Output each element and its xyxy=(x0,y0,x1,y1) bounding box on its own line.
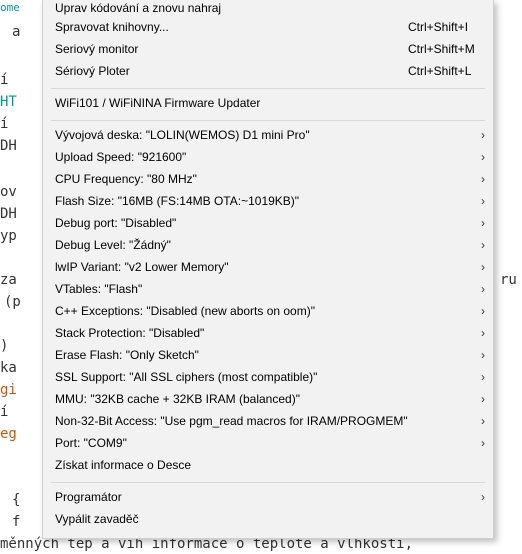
chevron-right-icon: › xyxy=(481,238,485,252)
editor-tab-fragment[interactable]: ome xyxy=(0,0,20,16)
menu-item-label: Uprav kódování a znovu nahraj xyxy=(55,1,222,15)
code-line: í xyxy=(0,72,9,88)
menu-item[interactable]: Spravovat knihovny... Ctrl+Shift+I xyxy=(43,16,493,38)
menu-item-label: Stack Protection: "Disabled" xyxy=(55,326,205,340)
code-line: a xyxy=(12,24,21,40)
code-line: í xyxy=(0,404,9,420)
chevron-right-icon: › xyxy=(481,128,485,142)
code-line: ru xyxy=(500,272,517,288)
tools-dropdown-menu: Uprav kódování a znovu nahraj Spravovat k… xyxy=(42,0,494,539)
chevron-right-icon: › xyxy=(481,216,485,230)
menu-separator xyxy=(51,120,485,121)
menu-item-label: Spravovat knihovny... xyxy=(55,20,169,34)
code-line: í xyxy=(0,116,9,132)
menu-item-shortcut: Ctrl+Shift+I xyxy=(408,20,469,34)
menu-item[interactable]: Získat informace o Desce xyxy=(43,454,493,476)
menu-item[interactable]: Programátor › xyxy=(43,486,493,508)
menu-item-label: MMU: "32KB cache + 32KB IRAM (balanced)" xyxy=(55,392,300,406)
menu-item[interactable]: lwIP Variant: "v2 Lower Memory" › xyxy=(43,256,493,278)
menu-item[interactable]: WiFi101 / WiFiNINA Firmware Updater xyxy=(43,92,493,114)
menu-item-label: Debug Level: "Žádný" xyxy=(55,238,171,252)
menu-item[interactable]: C++ Exceptions: "Disabled (new aborts on… xyxy=(43,300,493,322)
chevron-right-icon: › xyxy=(481,260,485,274)
menu-item-label: Non-32-Bit Access: "Use pgm_read macros … xyxy=(55,414,408,428)
menu-item-label: WiFi101 / WiFiNINA Firmware Updater xyxy=(55,96,261,110)
chevron-right-icon: › xyxy=(481,348,485,362)
menu-item-label: lwIP Variant: "v2 Lower Memory" xyxy=(55,260,229,274)
menu-item-label: C++ Exceptions: "Disabled (new aborts on… xyxy=(55,304,315,318)
code-line: ka xyxy=(0,360,17,376)
menu-item[interactable]: Debug Level: "Žádný" › xyxy=(43,234,493,256)
menu-item-label: VTables: "Flash" xyxy=(55,282,143,296)
menu-item[interactable]: CPU Frequency: "80 MHz" › xyxy=(43,168,493,190)
code-line: eg xyxy=(0,426,17,442)
menu-item-label: CPU Frequency: "80 MHz" xyxy=(55,172,197,186)
code-line: gi xyxy=(0,382,17,398)
chevron-right-icon: › xyxy=(481,326,485,340)
menu-item-label: Vývojová deska: "LOLIN(WEMOS) D1 mini Pr… xyxy=(55,128,310,142)
menu-item-label: Programátor xyxy=(55,490,122,504)
menu-item-shortcut: Ctrl+Shift+L xyxy=(408,64,472,78)
menu-item-label: Port: "COM9" xyxy=(55,436,127,450)
chevron-right-icon: › xyxy=(481,414,485,428)
code-line: DH xyxy=(0,138,17,154)
menu-item[interactable]: MMU: "32KB cache + 32KB IRAM (balanced)"… xyxy=(43,388,493,410)
code-line: { xyxy=(12,492,21,508)
code-line: f xyxy=(12,514,21,530)
menu-item[interactable]: Erase Flash: "Only Sketch" › xyxy=(43,344,493,366)
chevron-right-icon: › xyxy=(481,370,485,384)
code-line: yp xyxy=(0,228,17,244)
code-line: za xyxy=(0,272,17,288)
menu-item[interactable]: Non-32-Bit Access: "Use pgm_read macros … xyxy=(43,410,493,432)
menu-item-label: Získat informace o Desce xyxy=(55,458,192,472)
menu-separator xyxy=(51,88,485,89)
code-line: HT xyxy=(0,94,17,110)
menu-item[interactable]: Seriový monitor Ctrl+Shift+M xyxy=(43,38,493,60)
chevron-right-icon: › xyxy=(481,282,485,296)
menu-item[interactable]: VTables: "Flash" › xyxy=(43,278,493,300)
chevron-right-icon: › xyxy=(481,150,485,164)
chevron-right-icon: › xyxy=(481,194,485,208)
menu-item-label: Flash Size: "16MB (FS:14MB OTA:~1019KB)" xyxy=(55,194,300,208)
menu-item-label: Erase Flash: "Only Sketch" xyxy=(55,348,199,362)
chevron-right-icon: › xyxy=(481,304,485,318)
menu-item-label: Upload Speed: "921600" xyxy=(55,150,187,164)
chevron-right-icon: › xyxy=(481,490,485,504)
menu-item[interactable]: Vývojová deska: "LOLIN(WEMOS) D1 mini Pr… xyxy=(43,124,493,146)
code-line: ov xyxy=(0,184,17,200)
menu-item-label: Debug port: "Disabled" xyxy=(55,216,177,230)
chevron-right-icon: › xyxy=(481,436,485,450)
menu-item[interactable]: Sériový Ploter Ctrl+Shift+L xyxy=(43,60,493,82)
menu-item-label: Vypálit zavaděč xyxy=(55,512,139,526)
code-line: (p xyxy=(4,294,21,310)
menu-item[interactable]: SSL Support: "All SSL ciphers (most comp… xyxy=(43,366,493,388)
code-line: ) xyxy=(0,338,9,354)
menu-item-label: Seriový monitor xyxy=(55,42,139,56)
menu-item[interactable]: Port: "COM9" › xyxy=(43,432,493,454)
menu-item[interactable]: Upload Speed: "921600" › xyxy=(43,146,493,168)
chevron-right-icon: › xyxy=(481,172,485,186)
menu-item[interactable]: Stack Protection: "Disabled" › xyxy=(43,322,493,344)
menu-item[interactable]: Debug port: "Disabled" › xyxy=(43,212,493,234)
menu-item[interactable]: Vypálit zavaděč xyxy=(43,508,493,530)
menu-separator xyxy=(51,482,485,483)
menu-item-label: Sériový Ploter xyxy=(55,64,130,78)
menu-item-shortcut: Ctrl+Shift+M xyxy=(408,42,475,56)
menu-item-label: SSL Support: "All SSL ciphers (most comp… xyxy=(55,370,318,384)
chevron-right-icon: › xyxy=(481,392,485,406)
code-line: DH xyxy=(0,206,17,222)
menu-item[interactable]: Flash Size: "16MB (FS:14MB OTA:~1019KB)"… xyxy=(43,190,493,212)
